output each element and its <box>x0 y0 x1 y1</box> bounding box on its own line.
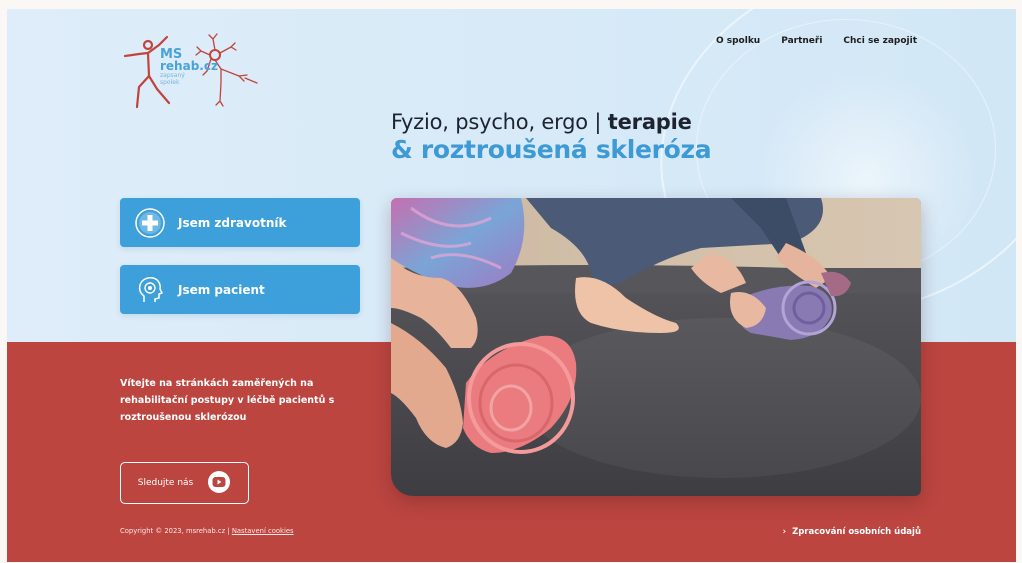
professional-button-label: Jsem zdravotník <box>178 215 287 230</box>
logo-sub-2: spolek <box>160 79 180 86</box>
chevron-right-icon: › <box>782 527 787 537</box>
nav-chci-se-zapojit[interactable]: Chci se zapojit <box>843 36 917 46</box>
page: MS rehab.cz zapsaný spolek O spolku Part… <box>7 9 1016 562</box>
yoga-mat-photo <box>391 198 921 496</box>
nav-o-spolku[interactable]: O spolku <box>716 36 760 46</box>
professional-button[interactable]: Jsem zdravotník <box>120 198 360 247</box>
patient-button-label: Jsem pacient <box>178 282 265 297</box>
privacy-link-label: Zpracování osobních údajů <box>792 527 921 537</box>
hero-photo <box>391 198 921 496</box>
medical-cross-icon <box>134 207 166 239</box>
logo-wordmark: MS rehab.cz zapsaný spolek <box>160 48 218 86</box>
patient-button[interactable]: Jsem pacient <box>120 265 360 314</box>
headline-line-1: Fyzio, psycho, ergo | terapie <box>391 110 692 134</box>
copyright-text: Copyright © 2023, msrehab.cz | <box>120 527 232 535</box>
nav-partneri[interactable]: Partneři <box>781 36 822 46</box>
head-profile-icon <box>134 274 166 306</box>
logo-rehab: rehab.cz <box>160 59 218 73</box>
follow-us-label: Sledujte nás <box>137 478 194 488</box>
logo-sub-1: zapsaný <box>160 72 185 79</box>
headline-line-2: & roztroušená skleróza <box>391 135 712 164</box>
cookies-settings-link[interactable]: Nastavení cookies <box>232 527 294 535</box>
copyright: Copyright © 2023, msrehab.cz | Nastavení… <box>120 527 294 535</box>
youtube-icon <box>207 470 231 497</box>
welcome-text: Vítejte na stránkách zaměřených na rehab… <box>120 378 335 423</box>
top-nav: O spolku Partneři Chci se zapojit <box>716 36 917 46</box>
hero-headline: Fyzio, psycho, ergo | terapie & roztrouš… <box>391 109 712 165</box>
follow-us-button[interactable]: Sledujte nás <box>120 462 249 504</box>
privacy-link[interactable]: › Zpracování osobních údajů <box>783 527 921 537</box>
